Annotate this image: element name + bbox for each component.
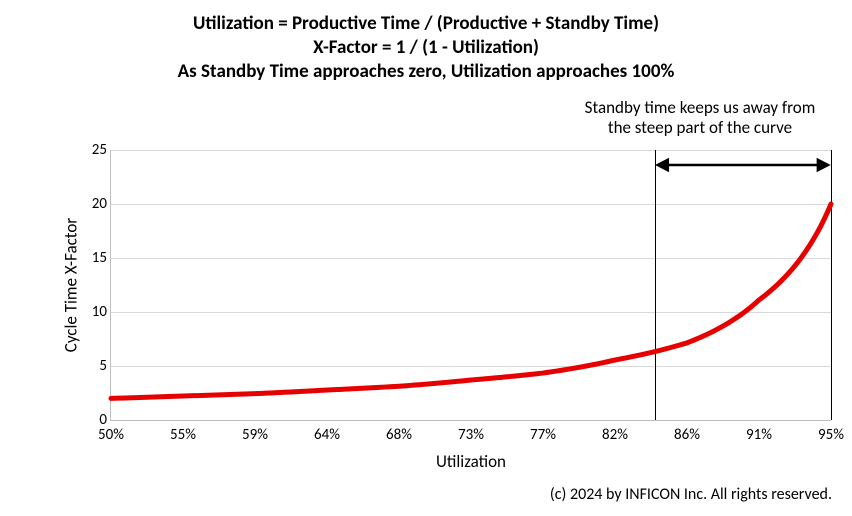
- ytick: 25: [77, 141, 107, 159]
- ytick: 20: [77, 195, 107, 213]
- title-block: Utilization = Productive Time / (Product…: [0, 12, 852, 83]
- x-axis-label: Utilization: [436, 451, 506, 472]
- xtick: 77%: [530, 426, 556, 444]
- xtick: 82%: [602, 426, 628, 444]
- chart: 0 5 10 15 20 25 50% 55% 59% 64% 68% 73% …: [60, 150, 830, 445]
- ytick: 5: [77, 357, 107, 375]
- xtick: 50%: [98, 426, 124, 444]
- xtick: 59%: [242, 426, 268, 444]
- xtick: 73%: [458, 426, 484, 444]
- copyright: (c) 2024 by INFICON Inc. All rights rese…: [550, 485, 832, 504]
- xtick: 86%: [674, 426, 700, 444]
- ytick: 15: [77, 249, 107, 267]
- annotation-line1: Standby time keeps us away from: [560, 98, 840, 118]
- title-line3: As Standby Time approaches zero, Utiliza…: [0, 60, 852, 84]
- xtick: 68%: [386, 426, 412, 444]
- xtick: 91%: [746, 426, 772, 444]
- xtick: 64%: [314, 426, 340, 444]
- page-root: Utilization = Productive Time / (Product…: [0, 0, 852, 516]
- xtick: 95%: [818, 426, 844, 444]
- ytick: 10: [77, 303, 107, 321]
- reference-vline-right: [831, 150, 832, 420]
- xtick: 55%: [170, 426, 196, 444]
- title-line1: Utilization = Productive Time / (Product…: [0, 12, 852, 36]
- xfactor-curve: [111, 204, 831, 398]
- y-axis-label: Cycle Time X-Factor: [61, 218, 82, 352]
- title-line2: X-Factor = 1 / (1 - Utilization): [0, 36, 852, 60]
- curve-svg: [111, 150, 831, 420]
- annotation-line2: the steep part of the curve: [560, 118, 840, 138]
- annotation-block: Standby time keeps us away from the stee…: [560, 98, 840, 139]
- plot-area: 0 5 10 15 20 25 50% 55% 59% 64% 68% 73% …: [110, 150, 831, 421]
